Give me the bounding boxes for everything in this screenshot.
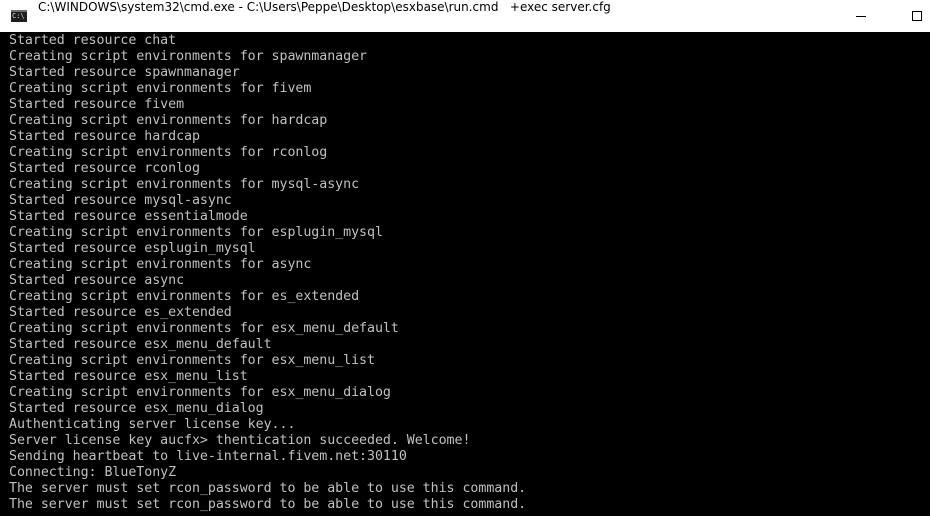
console-line: Sending heartbeat to live-internal.fivem… <box>9 449 407 464</box>
minimize-icon <box>856 16 866 17</box>
console-line: Server license key aucfx> thentication s… <box>9 433 471 448</box>
console-line: Creating script environments for es_exte… <box>9 289 360 304</box>
window-title: C:\WINDOWS\system32\cmd.exe - C:\Users\P… <box>38 0 611 14</box>
console-line: Started resource rconlog <box>9 161 200 176</box>
console-line: Creating script environments for hardcap <box>9 113 328 128</box>
console-line: Authenticating server license key... <box>9 417 296 432</box>
title-bar[interactable]: C:\ C:\WINDOWS\system32\cmd.exe - C:\Use… <box>0 0 930 32</box>
console-line: Started resource fivem <box>9 97 185 112</box>
console-line: Started resource essentialmode <box>9 209 248 224</box>
console-line: Started resource esx_menu_default <box>9 337 272 352</box>
maximize-icon <box>912 11 922 21</box>
console-line: Creating script environments for esplugi… <box>9 225 383 240</box>
console-line: Creating script environments for rconlog <box>9 145 328 160</box>
console-line: The server must set rcon_password to be … <box>9 497 527 512</box>
console-line: Started resource spawnmanager <box>9 65 240 80</box>
console-line: Creating script environments for fivem <box>9 81 312 96</box>
console-line: Creating script environments for esx_men… <box>9 385 391 400</box>
console-line: Creating script environments for esx_men… <box>9 353 375 368</box>
console-line: Creating script environments for async <box>9 257 312 272</box>
console-line: Started resource async <box>9 273 185 288</box>
console-line: Started resource chat <box>9 33 177 48</box>
console-line: Started resource esplugin_mysql <box>9 241 256 256</box>
cmd-icon[interactable]: C:\ <box>11 10 27 22</box>
cmd-icon-text: C:\ <box>12 12 25 20</box>
console-line: Creating script environments for spawnma… <box>9 49 367 64</box>
console-line: Connecting: BlueTonyZ <box>9 465 177 480</box>
minimize-button[interactable] <box>847 0 893 32</box>
console-line: Creating script environments for mysql-a… <box>9 177 360 192</box>
console-line: Started resource esx_menu_list <box>9 369 248 384</box>
console-line: Started resource esx_menu_dialog <box>9 401 264 416</box>
console-line: Creating script environments for esx_men… <box>9 321 399 336</box>
console-line: Started resource mysql-async <box>9 193 232 208</box>
console-line: Started resource es_extended <box>9 305 232 320</box>
console-line: The server must set rcon_password to be … <box>9 481 527 496</box>
console-line: Started resource hardcap <box>9 129 200 144</box>
console-output[interactable]: Started resource chat Creating script en… <box>9 33 930 516</box>
cmd-window: C:\ C:\WINDOWS\system32\cmd.exe - C:\Use… <box>0 0 930 516</box>
maximize-button[interactable] <box>893 0 930 32</box>
